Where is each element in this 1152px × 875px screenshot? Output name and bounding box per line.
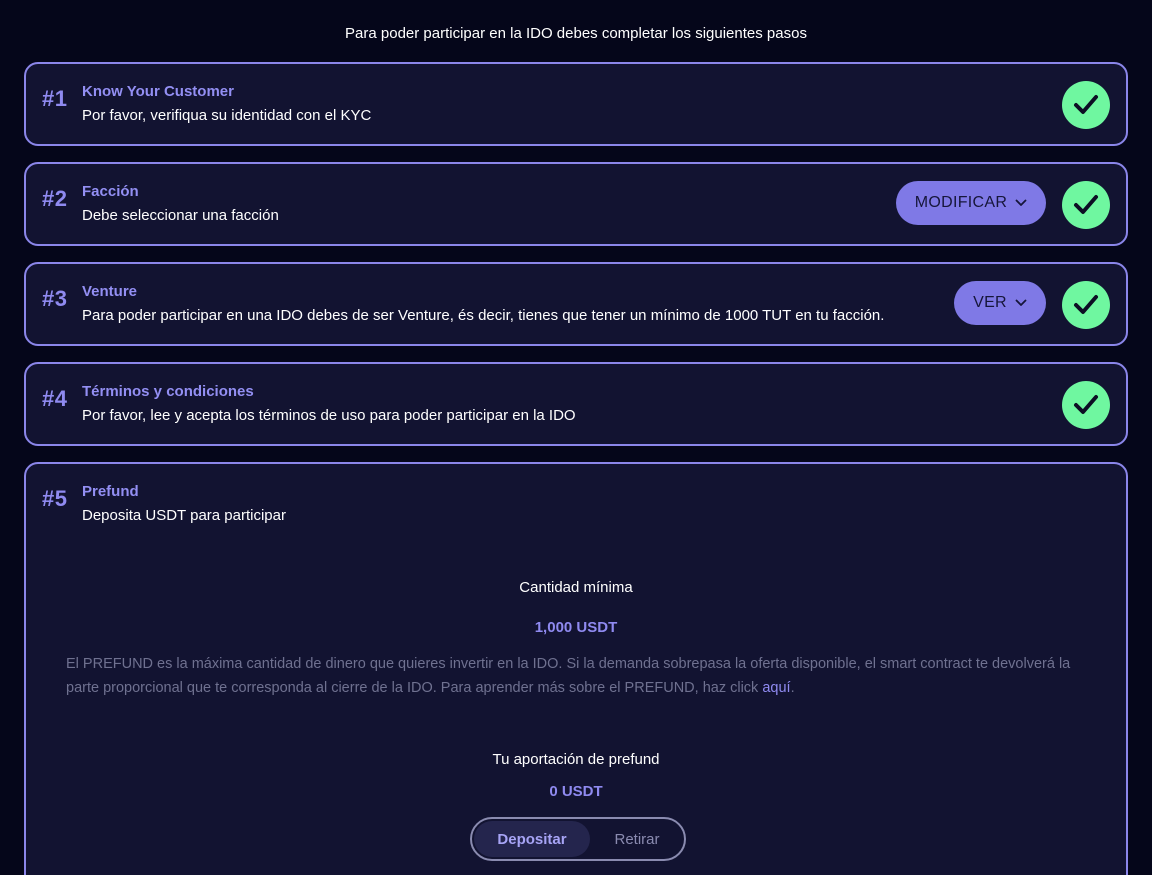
ido-steps-page: Para poder participar en la IDO debes co…: [0, 0, 1152, 875]
step-description: Deposita USDT para participar: [82, 507, 286, 524]
step-title: Venture: [82, 283, 138, 300]
view-venture-button[interactable]: VER: [954, 281, 1046, 325]
deposit-withdraw-toggle: Depositar Retirar: [470, 817, 686, 861]
check-icon: [1062, 281, 1110, 329]
modify-button-label: MODIFICAR: [914, 194, 1008, 211]
step-title: Términos y condiciones: [82, 383, 254, 400]
chevron-down-icon: [1015, 194, 1027, 212]
minimum-amount-label: Cantidad mínima: [519, 579, 633, 596]
step-terms: #4 Términos y condiciones Por favor, lee…: [24, 362, 1128, 446]
check-icon: [1062, 181, 1110, 229]
step-prefund: #5 Prefund Deposita USDT para participar…: [24, 462, 1128, 875]
step-title: Know Your Customer: [82, 83, 234, 100]
deposit-tab[interactable]: Depositar: [474, 821, 590, 857]
step-description: Por favor, verifiqua su identidad con el…: [82, 107, 372, 124]
step-faction: #2 Facción Debe seleccionar una facción …: [24, 162, 1128, 246]
check-icon: [1062, 81, 1110, 129]
step-number: #3: [42, 286, 68, 311]
withdraw-tab[interactable]: Retirar: [590, 821, 684, 857]
modify-faction-button[interactable]: MODIFICAR: [896, 181, 1046, 225]
prefund-contribution-value: 0 USDT: [549, 783, 603, 800]
step-number: #2: [42, 186, 68, 211]
prefund-info-body: El PREFUND es la máxima cantidad de dine…: [66, 656, 1071, 696]
step-kyc: #1 Know Your Customer Por favor, verifiq…: [24, 62, 1128, 146]
intro-text: Para poder participar en la IDO debes co…: [345, 25, 807, 42]
step-description: Por favor, lee y acepta los términos de …: [82, 407, 576, 424]
step-title: Prefund: [82, 483, 139, 500]
step-description: Para poder participar en una IDO debes d…: [82, 307, 885, 324]
chevron-down-icon: [1015, 294, 1027, 312]
step-number: #1: [42, 86, 68, 111]
check-icon: [1062, 381, 1110, 429]
step-description: Debe seleccionar una facción: [82, 207, 279, 224]
step-number: #4: [42, 386, 68, 411]
prefund-contribution-label: Tu aportación de prefund: [492, 751, 660, 768]
step-venture: #3 Venture Para poder participar en una …: [24, 262, 1128, 346]
learn-more-link[interactable]: aquí: [762, 680, 790, 696]
step-number: #5: [42, 486, 68, 511]
step-title: Facción: [82, 183, 139, 200]
prefund-info-text: El PREFUND es la máxima cantidad de dine…: [66, 652, 1096, 700]
minimum-amount-value: 1,000 USDT: [534, 619, 618, 636]
view-button-label: VER: [973, 294, 1007, 311]
prefund-info-end: .: [790, 680, 795, 696]
